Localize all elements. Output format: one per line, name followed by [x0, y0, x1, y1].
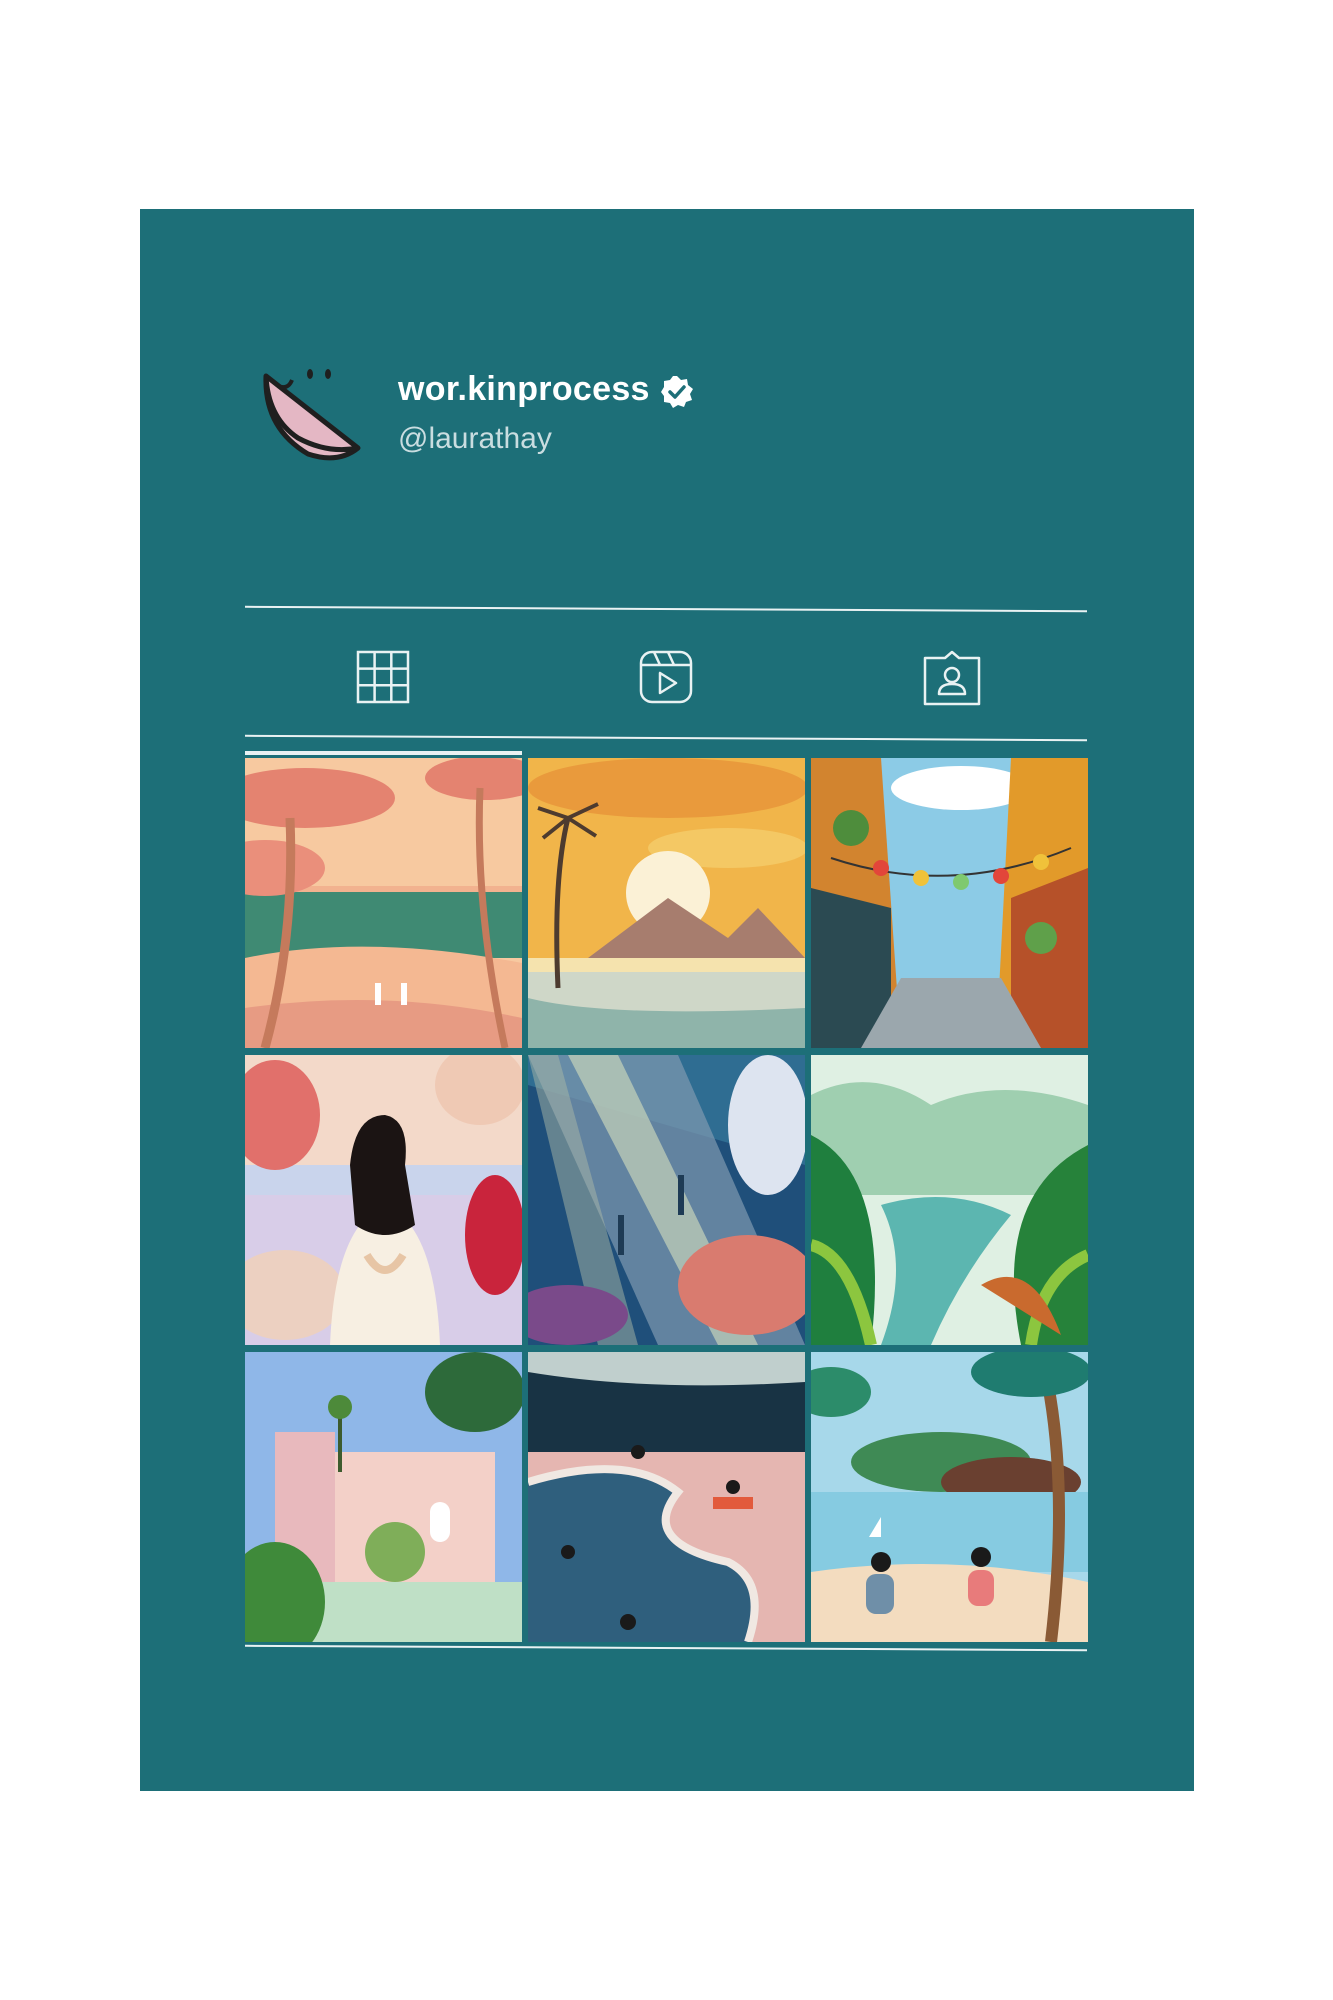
- post-tile[interactable]: [811, 758, 1088, 1048]
- post-tile[interactable]: [245, 1055, 522, 1345]
- tab-posts[interactable]: [356, 650, 410, 704]
- tagged-person-icon: [923, 650, 981, 706]
- post-tile[interactable]: [811, 1055, 1088, 1345]
- profile-username[interactable]: wor.kinprocess: [398, 370, 650, 409]
- avatar[interactable]: [258, 368, 368, 468]
- tab-reels[interactable]: [639, 650, 693, 704]
- grid-icon: [356, 650, 410, 704]
- post-tile[interactable]: [528, 758, 805, 1048]
- profile-handle: @laurathay: [398, 422, 552, 455]
- tab-tagged[interactable]: [923, 650, 981, 706]
- post-tile[interactable]: [245, 1352, 522, 1642]
- post-tile[interactable]: [811, 1352, 1088, 1642]
- post-tile[interactable]: [528, 1055, 805, 1345]
- watermelon-slice-icon: [263, 369, 361, 461]
- reels-icon: [639, 650, 693, 704]
- verified-badge-icon: [660, 375, 694, 409]
- active-tab-indicator: [245, 751, 522, 755]
- post-tile[interactable]: [528, 1352, 805, 1642]
- post-tile[interactable]: [245, 758, 522, 1048]
